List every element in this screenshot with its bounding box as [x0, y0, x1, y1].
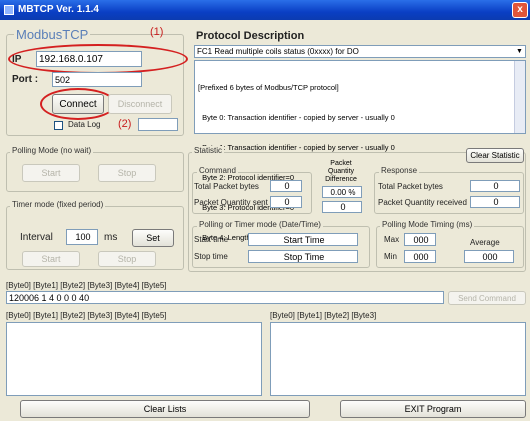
stop-time-value: Stop Time — [248, 250, 358, 263]
polling-start-button[interactable]: Start — [22, 164, 80, 182]
command-stats-title: Command — [197, 166, 238, 175]
diff-percent: 0.00 % — [322, 186, 362, 198]
interval-input[interactable]: 100 — [66, 229, 98, 245]
port-label: Port : — [12, 74, 39, 85]
timing-title: Polling Mode Timing (ms) — [380, 220, 475, 229]
polling-stop-button[interactable]: Stop — [98, 164, 156, 182]
send-command-button[interactable]: Send Command — [448, 291, 526, 305]
dropdown-arrow-icon[interactable]: ▼ — [514, 46, 525, 57]
main-window: MBTCP Ver. 1.1.4 x ModbusTCP (1) IP 192.… — [0, 0, 530, 421]
datalog-checkbox[interactable] — [54, 121, 63, 130]
min-label: Min — [384, 252, 397, 261]
ip-label: IP — [12, 54, 22, 65]
protocol-selected: FC1 Read multiple coils status (0xxxx) f… — [197, 47, 359, 56]
protocol-title: Protocol Description — [196, 30, 305, 42]
diff-label: Packet Quantity Difference — [325, 160, 357, 183]
resp-bytes-label: Total Packet bytes — [378, 182, 443, 191]
average-value: 000 — [464, 250, 514, 263]
total-bytes-label: Total Packet bytes — [194, 182, 259, 191]
command-byte-header: [Byte0] [Byte1] [Byte2] [Byte3] [Byte4] … — [6, 281, 167, 290]
interval-unit: ms — [104, 232, 118, 243]
packet-sent-label: Packet Quantity sent — [194, 198, 268, 207]
clear-lists-button[interactable]: Clear Lists — [20, 400, 310, 418]
protocol-line: [Prefixed 6 bytes of Modbus/TCP protocol… — [198, 83, 339, 92]
polling-title: Polling Mode (no wait) — [10, 146, 94, 155]
annotation-2: (2) — [118, 118, 132, 130]
clear-statistic-button[interactable]: Clear Statistic — [466, 148, 524, 163]
port-input[interactable]: 502 — [52, 72, 142, 87]
modbustcp-title: ModbusTCP — [14, 27, 91, 42]
close-button[interactable]: x — [512, 2, 528, 18]
exit-program-button[interactable]: EXIT Program — [340, 400, 526, 418]
start-time-label: Start time — [194, 235, 229, 244]
resp-received-label: Packet Quantity received — [378, 198, 467, 207]
app-icon — [4, 5, 14, 15]
disconnect-button[interactable]: Disconnect — [108, 94, 172, 114]
average-label: Average — [470, 238, 500, 247]
timer-start-button[interactable]: Start — [22, 251, 80, 267]
resp-bytes-value: 0 — [470, 180, 520, 192]
timer-title: Timer mode (fixed period) — [10, 200, 106, 209]
connect-button[interactable]: Connect — [52, 94, 104, 114]
response-stats-title: Response — [379, 166, 420, 175]
time-title: Polling or Timer mode (Date/Time) — [197, 220, 323, 229]
timer-stop-button[interactable]: Stop — [98, 251, 156, 267]
title-bar[interactable]: MBTCP Ver. 1.1.4 x — [0, 0, 530, 20]
start-time-value: Start Time — [248, 233, 358, 246]
max-value: 000 — [404, 233, 436, 246]
left-list-header: [Byte0] [Byte1] [Byte2] [Byte3] [Byte4] … — [6, 311, 167, 320]
stop-time-label: Stop time — [194, 252, 228, 261]
response-list[interactable] — [270, 322, 526, 396]
statistic-title: Statistic — [192, 146, 225, 155]
command-list[interactable] — [6, 322, 262, 396]
protocol-select[interactable]: FC1 Read multiple coils status (0xxxx) f… — [194, 45, 526, 58]
protocol-line: Byte 0: Transaction identifier - copied … — [198, 113, 395, 122]
resp-received-value: 0 — [470, 196, 520, 208]
packet-sent-value: 0 — [270, 196, 302, 208]
datalog-field[interactable] — [138, 118, 178, 131]
protocol-details[interactable]: [Prefixed 6 bytes of Modbus/TCP protocol… — [194, 60, 526, 242]
min-value: 000 — [404, 250, 436, 263]
diff-value: 0 — [322, 201, 362, 213]
ip-input[interactable]: 192.168.0.107 — [36, 51, 142, 67]
datalog-label: Data Log — [68, 120, 101, 129]
command-input[interactable]: 120006 1 4 0 0 0 40 — [6, 291, 444, 304]
window-title: MBTCP Ver. 1.1.4 — [18, 4, 99, 15]
timer-set-button[interactable]: Set — [132, 229, 174, 247]
protocol-scrollbar[interactable] — [514, 61, 525, 133]
total-bytes-value: 0 — [270, 180, 302, 192]
max-label: Max — [384, 235, 400, 244]
annotation-1: (1) — [150, 26, 164, 38]
right-list-header: [Byte0] [Byte1] [Byte2] [Byte3] — [270, 311, 377, 320]
interval-label: Interval — [20, 232, 53, 243]
